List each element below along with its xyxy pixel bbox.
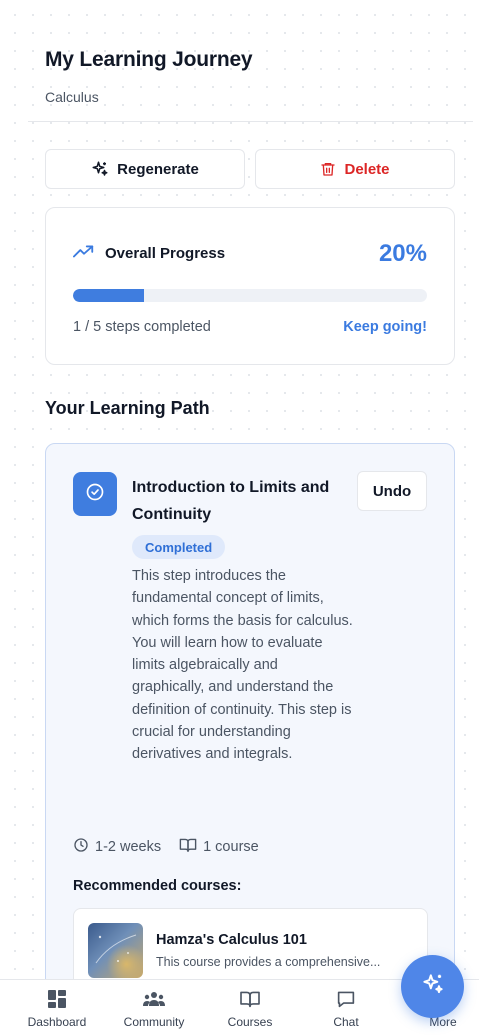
page-subtitle: Calculus — [45, 89, 99, 105]
nav-label-courses: Courses — [227, 1015, 273, 1029]
course-thumbnail — [88, 923, 143, 978]
progress-steps-text: 1 / 5 steps completed — [73, 319, 211, 335]
recommended-courses-label: Recommended courses: — [73, 878, 242, 894]
nav-item-community[interactable]: Community — [106, 990, 202, 1029]
step-completed-toggle[interactable] — [73, 472, 117, 516]
sparkles-icon — [91, 160, 109, 178]
courses-count-text: 1 course — [203, 839, 259, 855]
step-description: This step introduces the fundamental con… — [132, 568, 353, 763]
sparkles-icon — [420, 971, 446, 1002]
regenerate-button[interactable]: Regenerate — [45, 149, 245, 189]
course-title: Hamza's Calculus 101 — [156, 932, 307, 948]
nav-label-community: Community — [123, 1015, 185, 1029]
courses-count-meta: 1 course — [179, 837, 259, 857]
step-meta: 1-2 weeks 1 course — [73, 837, 259, 857]
book-icon — [179, 837, 197, 857]
header-divider — [28, 121, 473, 122]
check-circle-icon — [85, 482, 105, 507]
learning-path-title: Your Learning Path — [45, 398, 210, 418]
delete-button[interactable]: Delete — [255, 149, 455, 189]
step-title: Introduction to Limits and Continuity — [132, 479, 330, 523]
nav-label-dashboard: Dashboard — [27, 1015, 87, 1029]
overall-progress-card: Overall Progress 20% 1 / 5 steps complet… — [45, 207, 455, 365]
undo-button[interactable]: Undo — [357, 471, 427, 511]
progress-bar-fill — [73, 289, 144, 302]
nav-item-chat[interactable]: Chat — [298, 990, 394, 1029]
regenerate-label: Regenerate — [117, 160, 199, 178]
trending-up-icon — [73, 244, 95, 262]
course-description: This course provides a comprehensive... — [156, 955, 381, 969]
progress-bar — [73, 289, 427, 302]
duration-text: 1-2 weeks — [95, 839, 162, 855]
page-title: My Learning Journey — [45, 48, 253, 71]
clock-icon — [73, 837, 89, 857]
nav-item-dashboard[interactable]: Dashboard — [9, 990, 105, 1029]
ai-assistant-button[interactable] — [401, 955, 464, 1018]
status-badge: Completed — [132, 535, 226, 559]
dashboard-icon — [48, 990, 66, 1008]
page-header: My Learning Journey Calculus — [0, 0, 479, 122]
learning-step-card: Introduction to Limits and Continuity Un… — [45, 443, 455, 1003]
trash-icon — [320, 161, 336, 177]
community-icon — [142, 990, 166, 1008]
chat-icon — [336, 990, 356, 1008]
progress-heading: Overall Progress — [73, 244, 225, 262]
duration-meta: 1-2 weeks — [73, 837, 161, 857]
progress-heading-label: Overall Progress — [105, 244, 226, 262]
book-open-icon — [239, 990, 261, 1008]
progress-encouragement: Keep going! — [343, 319, 427, 335]
delete-label: Delete — [344, 160, 390, 178]
nav-label-chat: Chat — [333, 1015, 359, 1029]
nav-item-courses[interactable]: Courses — [202, 990, 298, 1029]
progress-percent: 20% — [378, 240, 427, 267]
